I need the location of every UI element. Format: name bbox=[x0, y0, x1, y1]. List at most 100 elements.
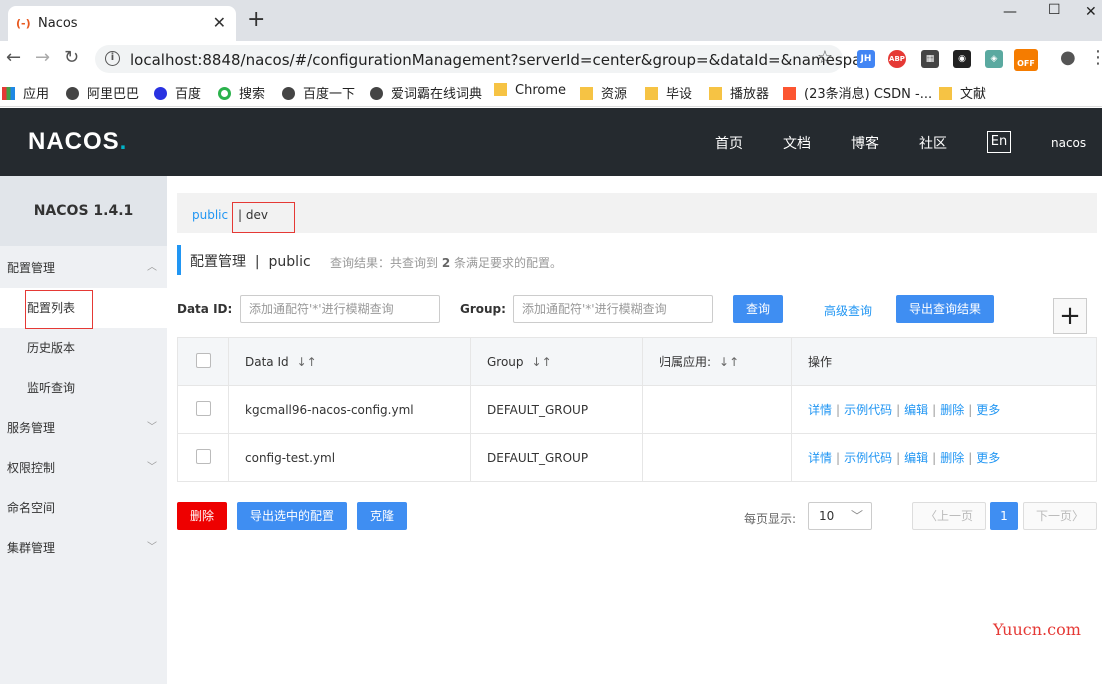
op-sample-code-link[interactable]: 示例代码 bbox=[844, 451, 892, 465]
browser-tab[interactable]: (-) Nacos ✕ bbox=[8, 6, 236, 41]
select-all-checkbox[interactable] bbox=[195, 352, 211, 368]
info-icon[interactable]: i bbox=[105, 51, 120, 66]
reload-icon[interactable]: ↻ bbox=[64, 49, 79, 67]
sort-icon[interactable]: ↓↑ bbox=[532, 355, 552, 369]
op-more-link[interactable]: 更多 bbox=[976, 403, 1000, 417]
nav-community[interactable]: 社区 bbox=[919, 133, 947, 153]
folder-icon bbox=[709, 87, 722, 100]
current-page-button[interactable]: 1 bbox=[990, 502, 1018, 530]
op-more-link[interactable]: 更多 bbox=[976, 451, 1000, 465]
sidebar-item-access-control[interactable]: 权限控制 ﹀ bbox=[0, 448, 167, 488]
bookmark-resources[interactable]: 资源 bbox=[580, 83, 627, 102]
export-selected-button[interactable]: 导出选中的配置 bbox=[237, 502, 347, 530]
bookmark-baidu-yixia[interactable]: 百度一下 bbox=[282, 83, 355, 102]
language-toggle[interactable]: En bbox=[987, 131, 1011, 153]
minimize-icon[interactable]: — bbox=[1003, 4, 1017, 20]
col-operations: 操作 bbox=[791, 337, 1097, 386]
nav-docs[interactable]: 文档 bbox=[783, 133, 811, 153]
bookmark-apps[interactable]: 应用 bbox=[2, 83, 49, 102]
bookmark-thesis[interactable]: 毕设 bbox=[645, 83, 692, 102]
op-detail-link[interactable]: 详情 bbox=[808, 403, 832, 417]
bookmark-literature[interactable]: 文献 bbox=[939, 83, 986, 102]
off-extension-icon[interactable]: OFF bbox=[1014, 49, 1038, 71]
prev-page-button[interactable]: 〈上一页 bbox=[912, 502, 986, 530]
clone-button[interactable]: 克隆 bbox=[357, 502, 407, 530]
baidu-paw-icon bbox=[154, 87, 167, 100]
adblock-extension-icon[interactable]: ABP bbox=[888, 50, 906, 68]
page-title: 配置管理 | public bbox=[190, 254, 311, 270]
chevron-down-icon: ﹀ bbox=[147, 542, 157, 553]
nav-blog[interactable]: 博客 bbox=[851, 133, 879, 153]
qrcode-extension-icon[interactable]: ▦ bbox=[921, 50, 939, 68]
highlight-box-config-list bbox=[25, 290, 93, 329]
group-input[interactable] bbox=[513, 295, 713, 323]
op-edit-link[interactable]: 编辑 bbox=[904, 403, 928, 417]
sort-icon[interactable]: ↓↑ bbox=[297, 355, 317, 369]
op-sample-code-link[interactable]: 示例代码 bbox=[844, 403, 892, 417]
folder-icon bbox=[494, 83, 507, 96]
bookmark-search[interactable]: 搜索 bbox=[218, 83, 265, 102]
forward-icon[interactable]: → bbox=[35, 49, 50, 67]
sidebar-item-listener-query[interactable]: 监听查询 bbox=[0, 368, 167, 408]
bookmark-star-icon[interactable]: ☆ bbox=[817, 47, 833, 68]
delete-button[interactable]: 删除 bbox=[177, 502, 227, 530]
new-tab-icon[interactable]: + bbox=[247, 9, 265, 31]
row-checkbox[interactable] bbox=[195, 400, 211, 416]
col-dataid[interactable]: Data Id ↓↑ bbox=[228, 337, 471, 386]
jh-extension-icon[interactable]: JH bbox=[857, 50, 875, 68]
bookmark-csdn[interactable]: (23条消息) CSDN -... bbox=[783, 83, 932, 102]
op-edit-link[interactable]: 编辑 bbox=[904, 451, 928, 465]
username[interactable]: nacos bbox=[1051, 136, 1086, 150]
globe-icon bbox=[66, 87, 79, 100]
col-group[interactable]: Group ↓↑ bbox=[470, 337, 643, 386]
menu-icon[interactable]: ⋮ bbox=[1089, 49, 1102, 67]
sidebar-item-service-management[interactable]: 服务管理 ﹀ bbox=[0, 408, 167, 448]
chevron-right-icon: 〉 bbox=[1072, 509, 1085, 523]
cat-extension-icon[interactable]: ◈ bbox=[985, 50, 1003, 68]
bookmark-iciba[interactable]: 爱词霸在线词典 bbox=[370, 83, 482, 102]
bookmark-chrome[interactable]: Chrome bbox=[494, 83, 566, 98]
next-page-button[interactable]: 下一页〉 bbox=[1023, 502, 1097, 530]
export-results-button[interactable]: 导出查询结果 bbox=[896, 295, 994, 323]
profile-icon[interactable]: ● bbox=[1060, 49, 1076, 67]
query-button[interactable]: 查询 bbox=[733, 295, 783, 323]
sidebar-item-history[interactable]: 历史版本 bbox=[0, 328, 167, 368]
bookmark-player[interactable]: 播放器 bbox=[709, 83, 769, 102]
row-dataid: config-test.yml bbox=[228, 433, 471, 482]
sidebar-item-config-management[interactable]: 配置管理 ︿ bbox=[0, 248, 167, 288]
nacos-header: NACOS. 首页 文档 博客 社区 En nacos bbox=[0, 108, 1102, 176]
chevron-left-icon: 〈 bbox=[924, 509, 937, 523]
extension-icon[interactable]: ◉ bbox=[953, 50, 971, 68]
maximize-icon[interactable]: ☐ bbox=[1048, 2, 1061, 18]
nav-home[interactable]: 首页 bbox=[715, 133, 743, 153]
table-row: kgcmall96-nacos-config.yml DEFAULT_GROUP… bbox=[177, 385, 1097, 434]
sidebar: NACOS 1.4.1 配置管理 ︿ 配置列表 历史版本 监听查询 服务管理 ﹀ 权… bbox=[0, 176, 167, 684]
row-checkbox[interactable] bbox=[195, 448, 211, 464]
row-group: DEFAULT_GROUP bbox=[470, 385, 643, 434]
namespace-public[interactable]: public bbox=[192, 208, 228, 222]
sidebar-item-cluster-management[interactable]: 集群管理 ﹀ bbox=[0, 528, 167, 568]
add-config-button[interactable]: + bbox=[1053, 298, 1087, 334]
close-tab-icon[interactable]: ✕ bbox=[213, 13, 226, 32]
op-delete-link[interactable]: 删除 bbox=[940, 403, 964, 417]
row-app bbox=[642, 385, 792, 434]
bookmark-alibaba[interactable]: 阿里巴巴 bbox=[66, 83, 139, 102]
col-app[interactable]: 归属应用: ↓↑ bbox=[642, 337, 792, 386]
advanced-query-link[interactable]: 高级查询 bbox=[824, 302, 872, 319]
sidebar-item-namespace[interactable]: 命名空间 bbox=[0, 488, 167, 528]
nacos-logo[interactable]: NACOS. bbox=[28, 128, 127, 156]
sort-icon[interactable]: ↓↑ bbox=[719, 355, 739, 369]
url-text: localhost:8848/nacos/#/configurationMana… bbox=[130, 51, 876, 69]
address-bar[interactable]: i localhost:8848/nacos/#/configurationMa… bbox=[95, 45, 876, 73]
window-close-icon[interactable]: ✕ bbox=[1085, 4, 1097, 20]
back-icon[interactable]: ← bbox=[6, 49, 21, 67]
search-icon bbox=[218, 87, 231, 100]
dataid-input[interactable] bbox=[240, 295, 440, 323]
bookmark-baidu[interactable]: 百度 bbox=[154, 83, 201, 102]
browser-tab-bar: (-) Nacos ✕ + — ☐ ✕ bbox=[0, 0, 1102, 41]
op-detail-link[interactable]: 详情 bbox=[808, 451, 832, 465]
page-size-select[interactable]: 10 ﹀ bbox=[808, 502, 872, 530]
op-delete-link[interactable]: 删除 bbox=[940, 451, 964, 465]
row-operations: 详情 | 示例代码 | 编辑 | 删除 | 更多 bbox=[791, 433, 1097, 482]
page-size-label: 每页显示: bbox=[744, 512, 797, 526]
